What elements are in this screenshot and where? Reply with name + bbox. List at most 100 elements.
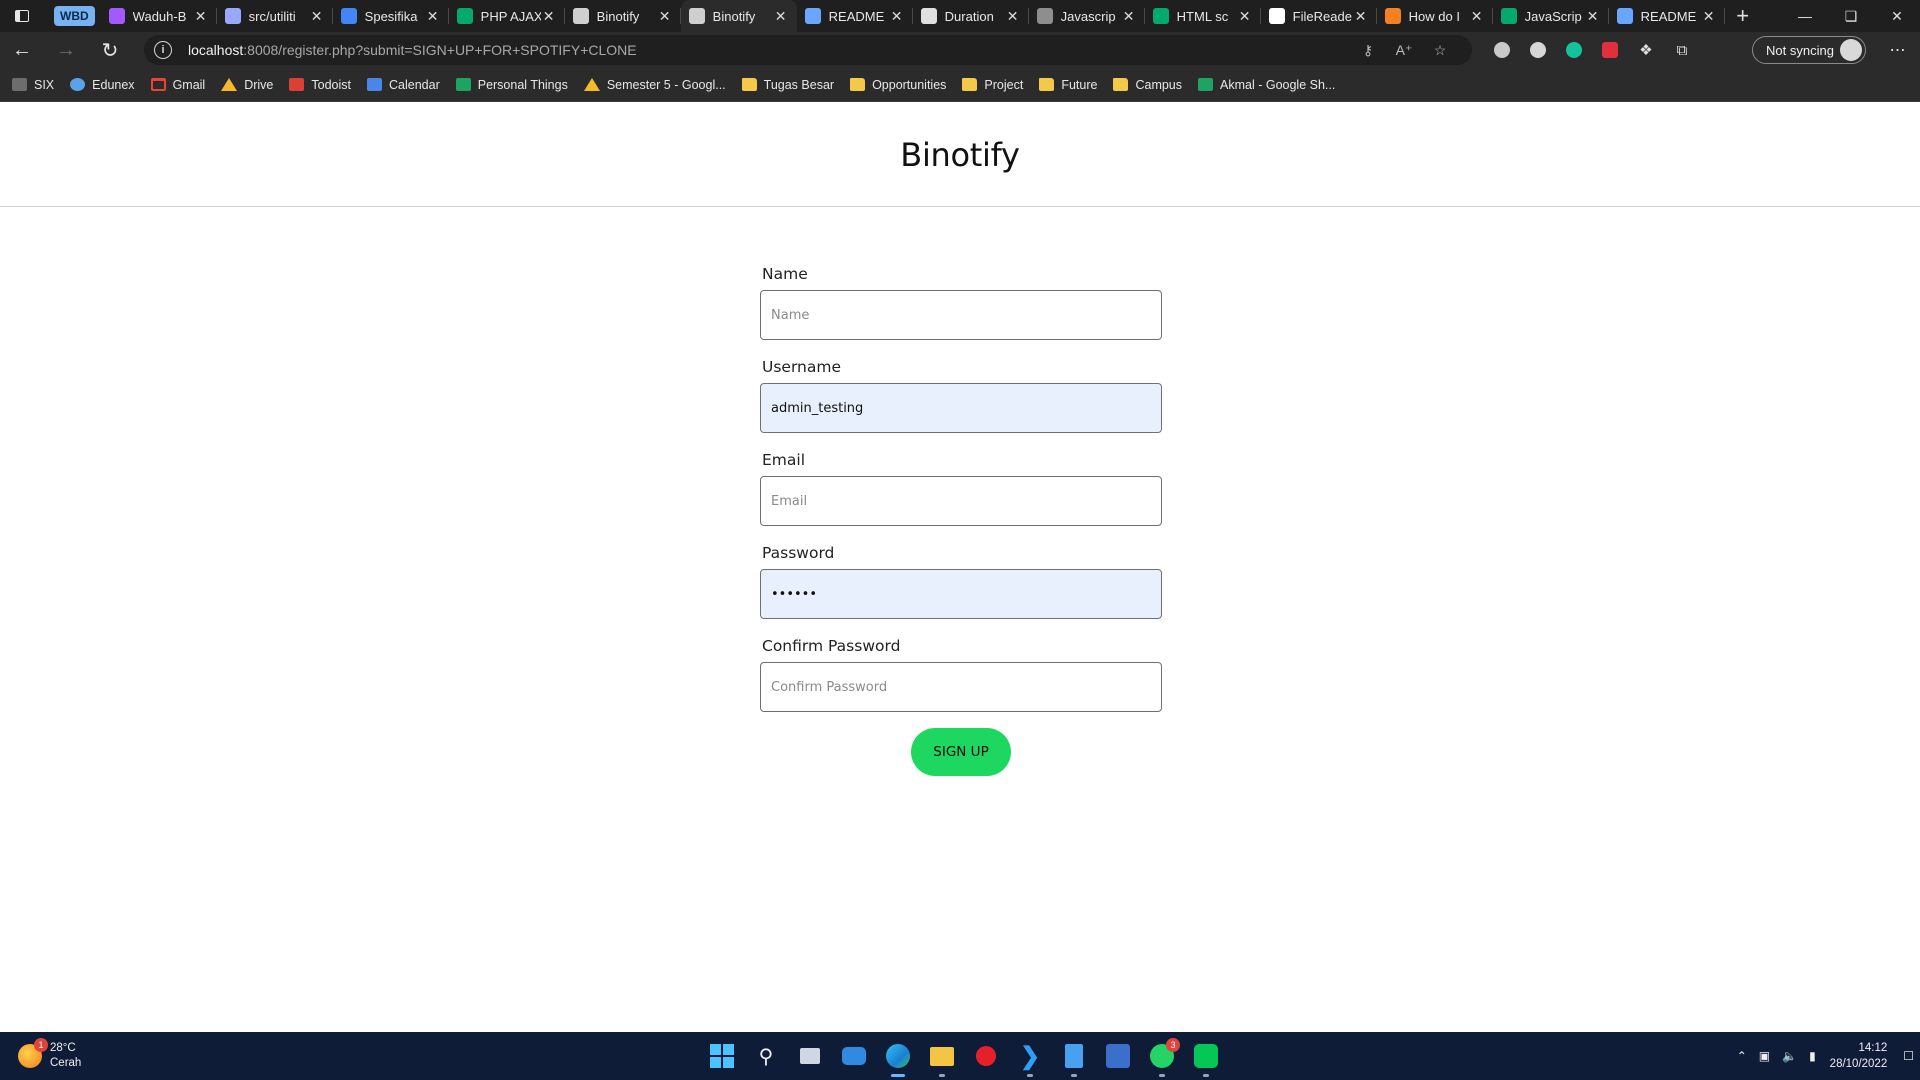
close-tab-icon[interactable]: ✕ <box>889 8 905 24</box>
url-host: localhost <box>188 42 244 58</box>
bookmark-item[interactable]: Calendar <box>367 78 440 92</box>
mail-icon[interactable] <box>832 1032 876 1080</box>
bookmark-item[interactable]: Semester 5 - Googl... <box>583 78 726 92</box>
close-tab-icon[interactable]: ✕ <box>773 8 789 24</box>
browser-tab[interactable]: Waduh-B ✕ <box>101 0 217 32</box>
spotify-extension-icon[interactable] <box>1520 32 1556 68</box>
browser-tab[interactable]: src/utiliti ✕ <box>217 0 333 32</box>
line-app-icon[interactable] <box>1184 1032 1228 1080</box>
bookmark-item[interactable]: Gmail <box>150 78 205 92</box>
bookmark-item[interactable]: Future <box>1039 78 1097 92</box>
username-input[interactable] <box>760 383 1162 433</box>
bookmark-item[interactable]: Akmal - Google Sh... <box>1198 78 1335 92</box>
address-bar[interactable]: i localhost:8008/register.php?submit=SIG… <box>144 35 1472 65</box>
collections-icon[interactable]: ⧉ <box>1664 32 1700 68</box>
back-button[interactable]: ← <box>0 32 44 68</box>
browser-tab[interactable]: Spesifika ✕ <box>333 0 449 32</box>
browser-tab[interactable]: PHP AJAX ✕ <box>449 0 565 32</box>
close-tab-icon[interactable]: ✕ <box>193 8 209 24</box>
weather-text: 28°C Cerah <box>50 1041 81 1071</box>
minimize-button[interactable]: — <box>1782 0 1828 32</box>
tab-title: Spesifika <box>364 8 418 24</box>
chevron-up-icon[interactable]: ⌃ <box>1737 1049 1747 1063</box>
tab-title: HTML sc <box>1176 8 1229 24</box>
settings-menu-icon[interactable]: ⋯ <box>1878 32 1918 68</box>
email-input[interactable] <box>760 476 1162 526</box>
close-window-button[interactable]: ✕ <box>1874 0 1920 32</box>
file-explorer-icon[interactable] <box>920 1032 964 1080</box>
bookmark-item[interactable]: SIX <box>12 78 54 92</box>
close-tab-icon[interactable]: ✕ <box>1585 8 1601 24</box>
start-button[interactable] <box>700 1032 744 1080</box>
site-info-icon[interactable]: i <box>154 41 172 59</box>
browser-tab[interactable]: JavaScrip ✕ <box>1493 0 1609 32</box>
name-input[interactable] <box>760 290 1162 340</box>
terminal-icon[interactable] <box>1096 1032 1140 1080</box>
github-icon <box>1616 8 1633 24</box>
drive-icon <box>221 78 238 91</box>
browser-tab[interactable]: How do I ✕ <box>1377 0 1493 32</box>
browser-tab[interactable]: Duration ✕ <box>913 0 1029 32</box>
bookmark-item[interactable]: Opportunities <box>850 78 946 92</box>
edunex-icon <box>70 78 86 91</box>
extension-1-icon[interactable] <box>1484 32 1520 68</box>
extensions-puzzle-icon[interactable]: ❖ <box>1628 32 1664 68</box>
bookmark-item[interactable]: Personal Things <box>455 78 568 92</box>
close-tab-icon[interactable]: ✕ <box>1005 8 1021 24</box>
browser-tab[interactable]: FileReade ✕ <box>1261 0 1377 32</box>
close-tab-icon[interactable]: ✕ <box>657 8 673 24</box>
sign-up-button[interactable]: SIGN UP <box>911 728 1011 776</box>
close-tab-icon[interactable]: ✕ <box>1353 8 1369 24</box>
bookmark-item[interactable]: Project <box>962 78 1023 92</box>
weather-description: Cerah <box>50 1057 82 1069</box>
clock[interactable]: 14:12 28/10/2022 <box>1830 1040 1888 1072</box>
browser-tab[interactable]: HTML sc ✕ <box>1145 0 1261 32</box>
close-tab-icon[interactable]: ✕ <box>541 8 557 24</box>
browser-tab[interactable]: README ✕ <box>797 0 913 32</box>
favorite-star-icon[interactable]: ☆ <box>1422 42 1458 59</box>
adblock-icon[interactable] <box>1592 32 1628 68</box>
notification-icon[interactable]: ☐ <box>1903 1049 1914 1063</box>
close-tab-icon[interactable]: ✕ <box>1237 8 1253 24</box>
bookmark-item[interactable]: Drive <box>221 78 273 92</box>
browser-tab[interactable]: Binotify ✕ <box>565 0 681 32</box>
weather-widget[interactable]: 1 28°C Cerah <box>18 1038 81 1074</box>
browser-tab[interactable]: README ✕ <box>1609 0 1725 32</box>
network-icon[interactable]: ▣ <box>1759 1049 1770 1063</box>
bookmark-item[interactable]: Campus <box>1113 78 1182 92</box>
tab-actions-button[interactable] <box>0 0 44 32</box>
bookmark-item[interactable]: Todoist <box>289 78 351 92</box>
new-tab-button[interactable]: + <box>1725 0 1761 32</box>
bookmark-item[interactable]: Edunex <box>70 78 135 92</box>
browser-tab[interactable]: Binotify ✕ <box>680 0 797 32</box>
name-label: Name <box>762 265 808 283</box>
close-tab-icon[interactable]: ✕ <box>425 8 441 24</box>
password-input[interactable] <box>760 569 1162 619</box>
read-aloud-icon[interactable]: A⁺ <box>1386 42 1422 59</box>
refresh-button[interactable]: ↻ <box>88 32 132 68</box>
volume-icon[interactable]: 🔈 <box>1782 1049 1797 1063</box>
figma-icon <box>108 8 125 24</box>
grammarly-icon[interactable] <box>1556 32 1592 68</box>
weather-temperature: 28°C <box>50 1042 76 1054</box>
confirm-password-input[interactable] <box>760 662 1162 712</box>
restore-button[interactable]: ❏ <box>1828 0 1874 32</box>
whatsapp-icon[interactable]: 3 <box>1140 1032 1184 1080</box>
forward-button[interactable]: → <box>44 32 88 68</box>
close-tab-icon[interactable]: ✕ <box>309 8 325 24</box>
search-icon[interactable]: ⚲ <box>744 1032 788 1080</box>
close-tab-icon[interactable]: ✕ <box>1701 8 1717 24</box>
media-player-icon[interactable] <box>964 1032 1008 1080</box>
notepad-icon[interactable] <box>1052 1032 1096 1080</box>
tab-group-chip[interactable]: WBD <box>54 6 95 26</box>
close-tab-icon[interactable]: ✕ <box>1121 8 1137 24</box>
close-tab-icon[interactable]: ✕ <box>1469 8 1485 24</box>
battery-icon[interactable]: ▮ <box>1809 1049 1816 1063</box>
vscode-icon[interactable]: ❯ <box>1008 1032 1052 1080</box>
profile-sync-button[interactable]: Not syncing <box>1752 36 1866 64</box>
key-icon[interactable]: ⚷ <box>1350 42 1386 59</box>
task-view-icon[interactable] <box>788 1032 832 1080</box>
browser-tab[interactable]: Javascrip ✕ <box>1029 0 1145 32</box>
bookmark-item[interactable]: Tugas Besar <box>741 78 834 92</box>
edge-browser-icon[interactable] <box>876 1032 920 1080</box>
